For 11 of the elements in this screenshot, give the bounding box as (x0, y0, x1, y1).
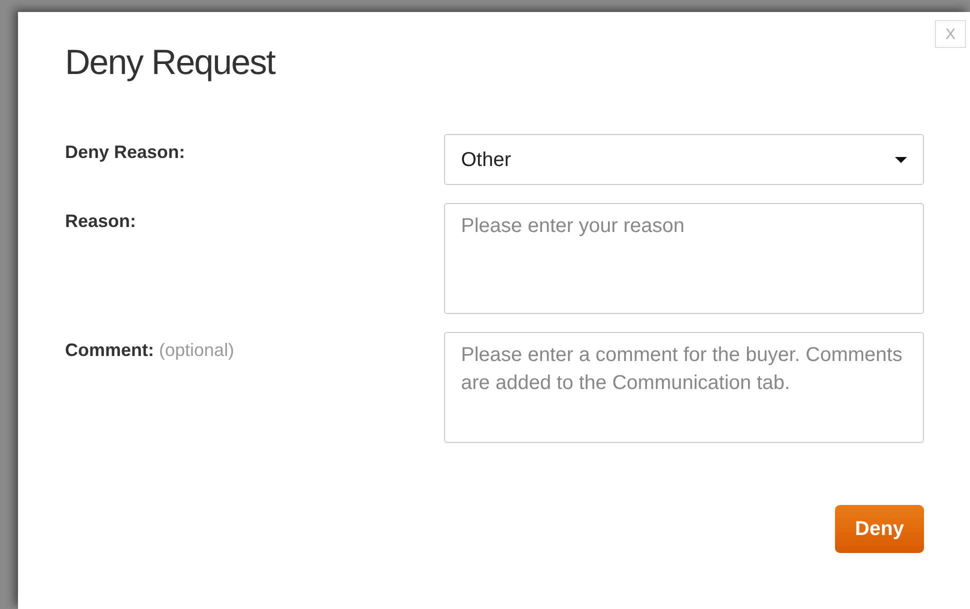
text-area[interactable]: Please enter your reason (444, 203, 924, 314)
optional-hint: (optional) (159, 340, 234, 360)
text-area[interactable]: Please enter a comment for the buyer. Comments are added to the Communication tab. (444, 332, 924, 443)
dialog-title: Deny Request (65, 42, 276, 84)
deny-button[interactable]: Deny (835, 505, 924, 553)
field-label: Reason: (65, 211, 136, 231)
field-label: Comment: (65, 340, 154, 360)
field-label: Deny Reason: (65, 142, 186, 162)
close-button[interactable]: X (935, 20, 966, 48)
caret-icon (895, 156, 907, 162)
dropdown-field[interactable]: Other (444, 134, 924, 185)
